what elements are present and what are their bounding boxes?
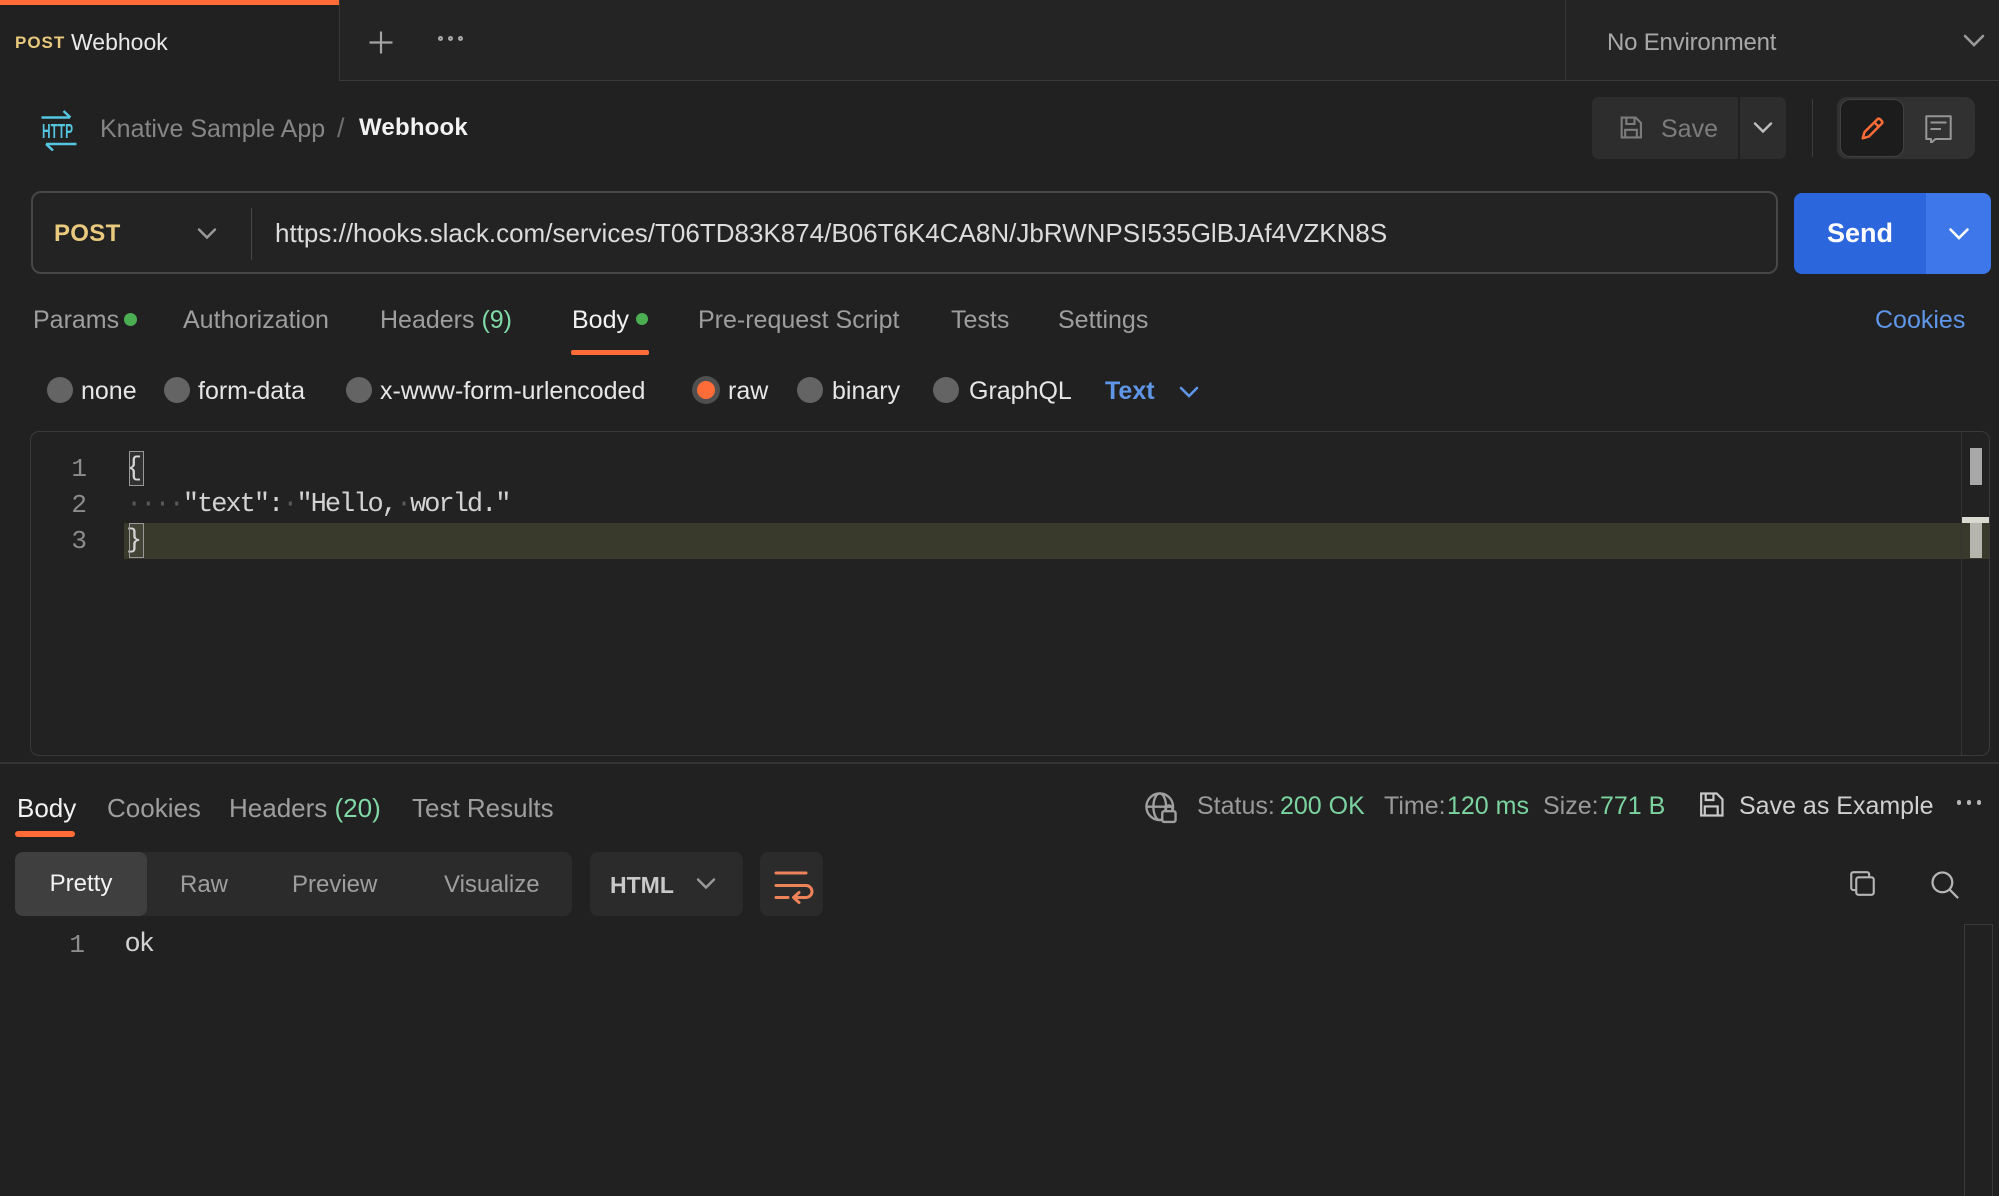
svg-text:HTTP: HTTP — [42, 121, 73, 143]
